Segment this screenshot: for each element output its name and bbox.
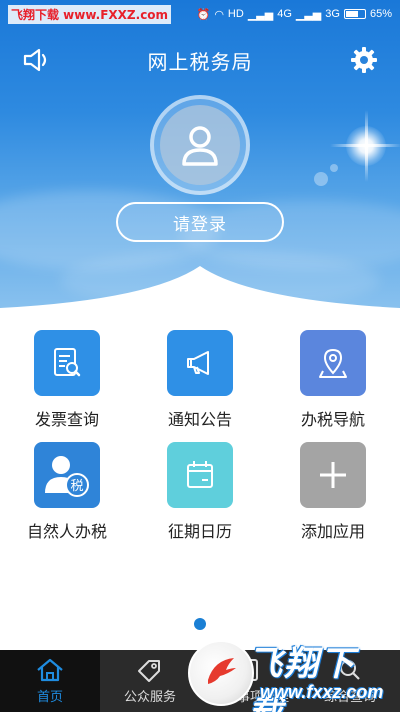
map-pin-icon [300, 330, 366, 396]
sun-icon [346, 126, 386, 166]
app-add[interactable]: 添加应用 [278, 442, 388, 542]
watermark-logo [188, 640, 254, 706]
invoice-search-icon [34, 330, 100, 396]
person-tax-icon: 税 [34, 442, 100, 508]
page-title: 网上税务局 [147, 49, 253, 74]
app-individual-tax[interactable]: 税 自然人办税 [12, 442, 122, 542]
avatar[interactable] [150, 95, 250, 195]
signal-icon: ▁▃▅ [247, 8, 274, 21]
megaphone-icon [167, 330, 233, 396]
login-button[interactable]: 请登录 [116, 202, 284, 242]
tag-icon [138, 660, 160, 682]
user-icon [160, 105, 240, 185]
watermark-overlay: 飞翔下载 www.fxxz.com [188, 634, 388, 712]
app-label: 通知公告 [167, 410, 232, 429]
network-4g: 4G [277, 8, 292, 20]
watermark-banner: 飞翔下载 www.FXXZ.com [8, 4, 172, 24]
home-icon [37, 658, 63, 682]
network-hd: HD [227, 8, 244, 20]
app-tax-calendar[interactable]: 征期日历 [145, 442, 255, 542]
speaker-icon[interactable] [20, 44, 52, 76]
tab-label: 首页 [36, 690, 63, 705]
network-3g: 3G [325, 8, 340, 20]
app-label: 发票查询 [34, 410, 99, 429]
watermark-url: www.fxxz.com [260, 682, 384, 702]
app-label: 自然人办税 [26, 522, 107, 541]
app-tax-navigation[interactable]: 办税导航 [278, 330, 388, 430]
app-header: 网上税务局 [0, 36, 400, 84]
app-notice[interactable]: 通知公告 [145, 330, 255, 430]
app-label: 征期日历 [167, 522, 232, 541]
app-label: 办税导航 [300, 410, 365, 429]
page-indicator[interactable] [194, 618, 206, 630]
calendar-icon [167, 442, 233, 508]
lens-flare [314, 172, 328, 186]
battery-text: 65% [369, 8, 392, 20]
status-bar: 飞翔下载 www.FXXZ.com ⏰ ◠ HD ▁▃▅ 4G ▁▃▅ 3G 6… [0, 0, 400, 28]
tab-label: 公众服务 [123, 690, 176, 705]
gear-icon[interactable] [348, 44, 380, 76]
signal-icon: ▁▃▅ [295, 8, 322, 21]
wifi-icon: ◠ [214, 8, 224, 21]
battery-icon [343, 9, 366, 19]
plus-icon [300, 442, 366, 508]
app-invoice-search[interactable]: 发票查询 [12, 330, 122, 430]
svg-text:税: 税 [70, 479, 83, 494]
tab-home[interactable]: 首页 [0, 650, 100, 712]
lens-flare [330, 164, 338, 172]
alarm-icon: ⏰ [196, 8, 211, 21]
app-label: 添加应用 [300, 522, 365, 541]
tab-public-service[interactable]: 公众服务 [100, 650, 200, 712]
status-indicators: ⏰ ◠ HD ▁▃▅ 4G ▁▃▅ 3G 65% [197, 8, 392, 21]
